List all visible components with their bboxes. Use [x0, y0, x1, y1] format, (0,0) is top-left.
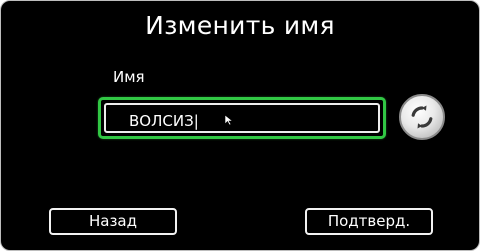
mouse-pointer-icon — [224, 114, 234, 126]
name-input-value: ВОЛСИЗ| — [129, 112, 199, 130]
name-input-inner[interactable]: ВОЛСИЗ| — [104, 103, 380, 133]
confirm-button[interactable]: Подтверд. — [305, 208, 433, 235]
refresh-icon — [411, 105, 433, 129]
refresh-button[interactable] — [399, 94, 445, 140]
back-button[interactable]: Назад — [49, 208, 177, 235]
dialog-title: Изменить имя — [145, 11, 335, 40]
name-field-label: Имя — [113, 68, 145, 86]
name-input[interactable]: ВОЛСИЗ| — [98, 97, 386, 139]
rename-dialog: Изменить имя Имя ВОЛСИЗ| Назад Подтверд. — [0, 0, 480, 251]
